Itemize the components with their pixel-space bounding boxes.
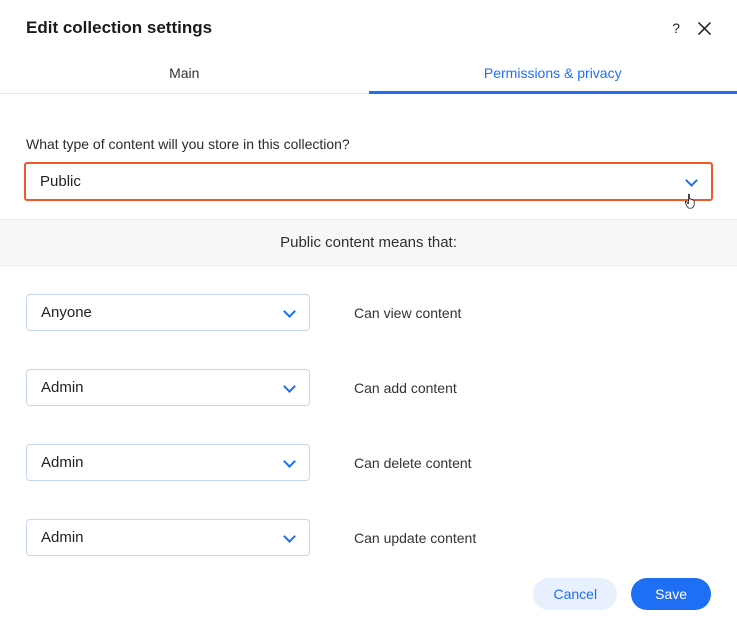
role-select-delete[interactable]: Admin <box>26 444 310 481</box>
header-icons: ? <box>672 21 711 35</box>
role-select-update[interactable]: Admin <box>26 519 310 556</box>
tab-main[interactable]: Main <box>0 52 369 93</box>
role-value: Anyone <box>41 304 92 321</box>
content-type-value: Public <box>40 173 81 190</box>
role-select-add[interactable]: Admin <box>26 369 310 406</box>
chevron-down-icon <box>283 532 295 544</box>
role-select-view[interactable]: Anyone <box>26 294 310 331</box>
chevron-down-icon <box>283 307 295 319</box>
dialog-header: Edit collection settings ? <box>0 0 737 44</box>
close-icon[interactable] <box>698 22 711 35</box>
chevron-down-icon <box>283 457 295 469</box>
role-value: Admin <box>41 379 84 396</box>
role-value: Admin <box>41 454 84 471</box>
save-button[interactable]: Save <box>631 578 711 610</box>
footer: Cancel Save <box>533 578 711 610</box>
info-bar: Public content means that: <box>0 219 737 266</box>
content-type-select[interactable]: Public <box>24 162 713 201</box>
cursor-hand-icon <box>683 192 699 214</box>
permissions-list: Anyone Can view content Admin Can add co… <box>0 266 737 556</box>
tab-permissions[interactable]: Permissions & privacy <box>369 52 737 93</box>
perm-label-view: Can view content <box>354 305 461 321</box>
perm-row-add: Admin Can add content <box>26 369 711 406</box>
content-type-prompt: What type of content will you store in t… <box>0 94 737 162</box>
perm-row-delete: Admin Can delete content <box>26 444 711 481</box>
perm-label-delete: Can delete content <box>354 455 472 471</box>
tabs: Main Permissions & privacy <box>0 52 737 94</box>
cancel-button[interactable]: Cancel <box>533 578 617 610</box>
dialog-title: Edit collection settings <box>26 18 212 38</box>
chevron-down-icon <box>283 382 295 394</box>
role-value: Admin <box>41 529 84 546</box>
perm-label-add: Can add content <box>354 380 457 396</box>
chevron-down-icon <box>685 176 697 188</box>
perm-row-view: Anyone Can view content <box>26 294 711 331</box>
perm-row-update: Admin Can update content <box>26 519 711 556</box>
help-icon[interactable]: ? <box>672 21 680 35</box>
perm-label-update: Can update content <box>354 530 476 546</box>
